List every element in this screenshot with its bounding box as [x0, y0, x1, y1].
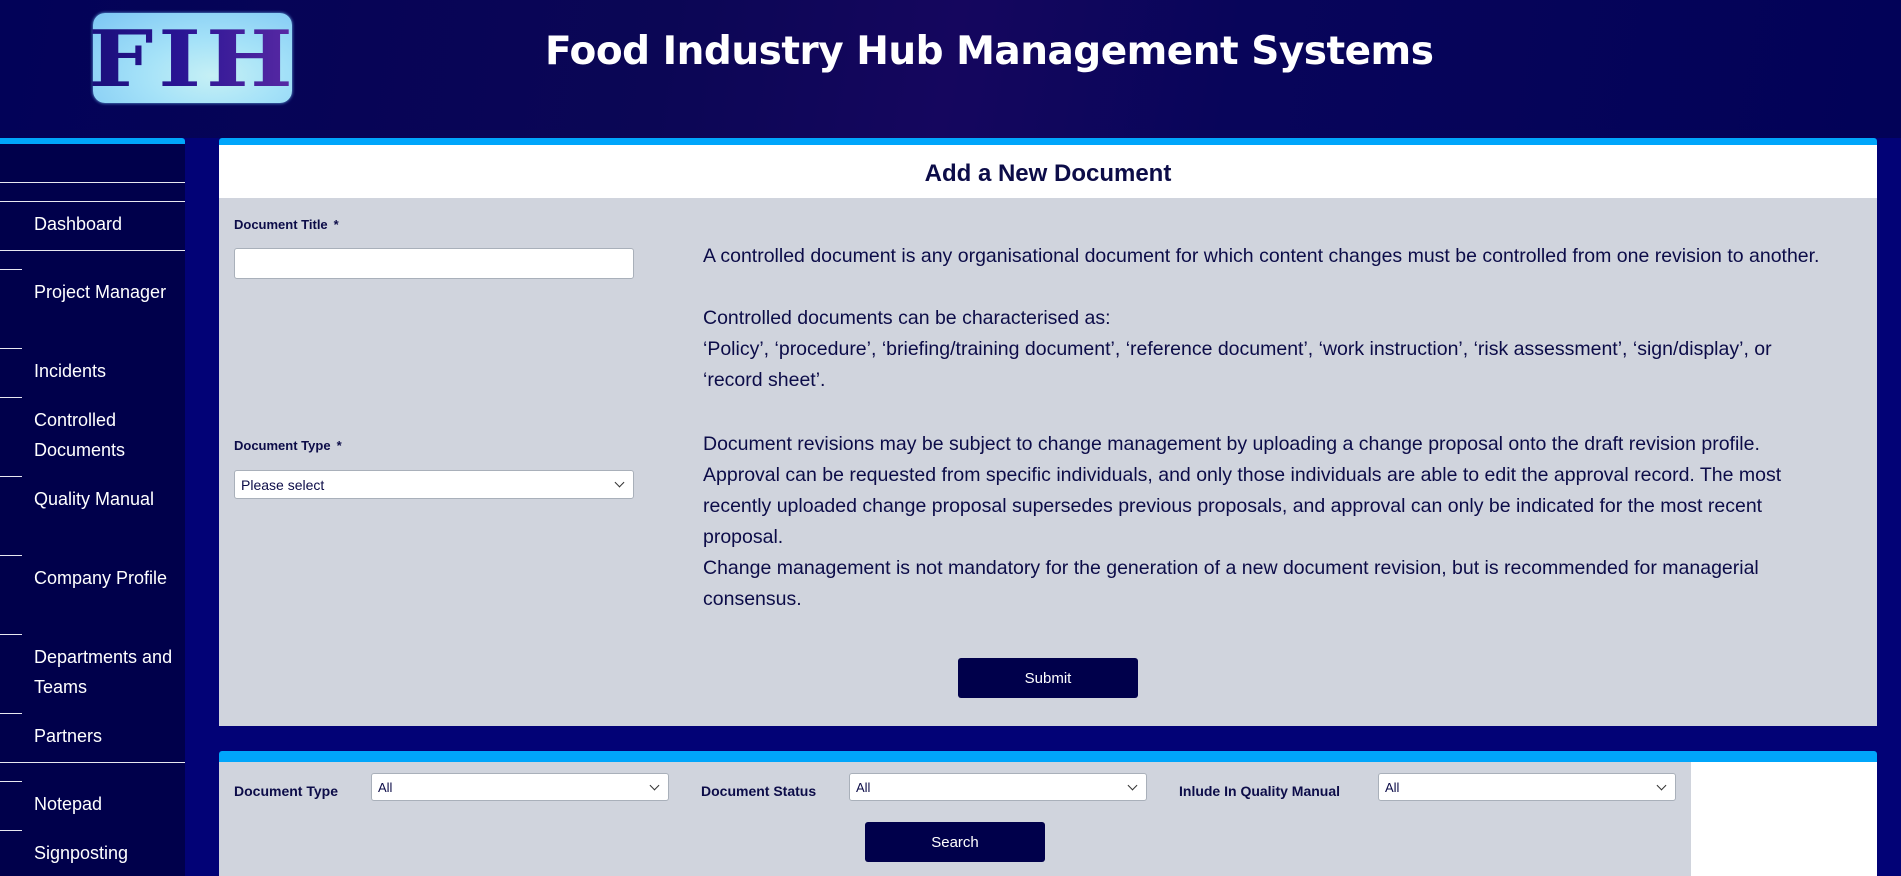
filter-quality-manual-value: All — [1385, 779, 1400, 795]
sidebar-divider — [0, 762, 185, 763]
sidebar-item-dashboard[interactable]: Dashboard — [34, 209, 174, 239]
info-paragraph-definition: A controlled document is any organisatio… — [703, 245, 1820, 267]
panel-title: Add a New Document — [924, 159, 1172, 187]
filter-document-type-select[interactable]: All — [371, 773, 669, 801]
sidebar-divider — [0, 830, 22, 831]
chevron-down-icon — [649, 780, 660, 790]
sidebar-nav: Dashboard Project Manager Incidents Cont… — [0, 138, 185, 876]
document-type-select[interactable]: Please select — [234, 470, 634, 499]
document-title-label-text: Document Title — [234, 217, 328, 232]
sidebar-divider — [0, 397, 22, 398]
info-paragraph-change-management-1: Document revisions may be subject to cha… — [703, 433, 1760, 455]
sidebar-item-company-profile[interactable]: Company Profile — [34, 563, 174, 593]
sidebar-divider — [0, 250, 185, 251]
info-paragraph-characterised-list: ‘Policy’, ‘procedure’, ‘briefing/trainin… — [703, 338, 1772, 391]
sidebar-divider — [0, 182, 185, 183]
filter-document-status-label: Document Status — [701, 783, 817, 799]
chevron-down-icon — [1656, 780, 1667, 790]
submit-button[interactable]: Submit — [958, 658, 1138, 698]
filter-quality-manual-select[interactable]: All — [1378, 773, 1676, 801]
filter-document-status-select[interactable]: All — [849, 773, 1147, 801]
filter-document-type-label: Document Type — [234, 783, 338, 799]
sidebar-divider — [0, 201, 185, 202]
fih-logo[interactable]: FIH — [88, 13, 293, 103]
info-paragraph-change-management-3: Change management is not mandatory for t… — [703, 557, 1759, 610]
sidebar-divider — [0, 269, 22, 270]
info-paragraph-change-management-2: Approval can be requested from specific … — [703, 464, 1782, 548]
chevron-down-icon — [1127, 780, 1138, 790]
sidebar-item-notepad[interactable]: Notepad — [34, 789, 174, 819]
required-marker: * — [333, 217, 339, 232]
document-search-panel: Document Type All Document Status All In… — [219, 751, 1877, 876]
info-paragraph-characterised-heading: Controlled documents can be characterise… — [703, 307, 1111, 329]
search-button[interactable]: Search — [865, 822, 1045, 862]
document-title-input[interactable] — [234, 248, 634, 279]
sidebar-item-quality-manual[interactable]: Quality Manual — [34, 484, 174, 514]
filter-document-type-value: All — [378, 779, 393, 795]
sidebar-divider — [0, 713, 22, 714]
sidebar-divider — [0, 634, 22, 635]
sidebar-item-project-manager[interactable]: Project Manager — [34, 277, 174, 307]
document-title-label: Document Title * — [234, 217, 339, 232]
document-type-select-value: Please select — [241, 476, 325, 493]
chevron-down-icon — [614, 477, 625, 488]
required-marker: * — [336, 438, 342, 453]
sidebar-divider — [0, 348, 22, 349]
document-type-label: Document Type * — [234, 438, 342, 453]
sidebar-divider — [0, 555, 22, 556]
sidebar-item-partners[interactable]: Partners — [34, 721, 174, 751]
sidebar-divider — [0, 476, 22, 477]
filter-document-status-value: All — [856, 779, 871, 795]
sidebar-item-signposting[interactable]: Signposting — [34, 838, 174, 868]
app-header: FIH Food Industry Hub Management Systems — [0, 0, 1901, 138]
panel-header: Add a New Document — [219, 145, 1877, 198]
sidebar-item-incidents[interactable]: Incidents — [34, 356, 174, 386]
app-title: Food Industry Hub Management Systems — [545, 29, 1434, 74]
sidebar-item-departments-and-teams[interactable]: Departments and Teams — [34, 642, 174, 702]
sidebar-item-controlled-documents[interactable]: Controlled Documents — [34, 405, 174, 465]
filter-quality-manual-label: Inlude In Quality Manual — [1179, 783, 1341, 799]
logo-text: FIH — [87, 14, 298, 105]
document-type-label-text: Document Type — [234, 438, 331, 453]
add-document-panel: Add a New Document Document Title * Docum… — [219, 138, 1877, 726]
search-filters: Document Type All Document Status All In… — [219, 762, 1691, 876]
sidebar-divider — [0, 781, 22, 782]
